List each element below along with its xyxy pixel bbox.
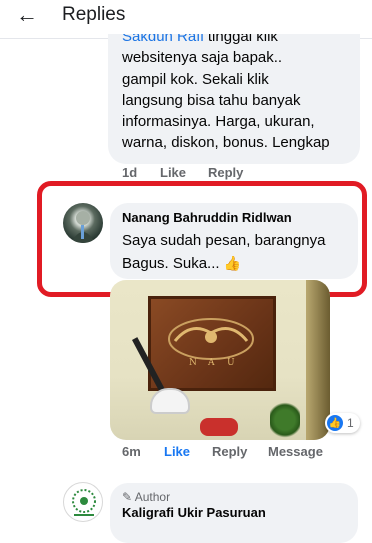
reply-button[interactable]: Reply xyxy=(212,444,247,459)
reply-button[interactable]: Reply xyxy=(208,165,243,180)
message-button[interactable]: Message xyxy=(268,444,323,459)
pencil-icon: ✎ xyxy=(122,490,133,504)
thumbs-up-icon: 👍 xyxy=(327,415,343,431)
page-title: Replies xyxy=(62,4,126,25)
comment-text: tinggal klik websitenya saja bapak.. gam… xyxy=(122,34,330,152)
mention-link[interactable]: Sakdun Rafi xyxy=(122,34,204,45)
svg-text:A: A xyxy=(207,358,215,368)
like-button[interactable]: Like xyxy=(164,444,190,459)
svg-text:N: N xyxy=(189,358,197,368)
svg-text:U: U xyxy=(227,358,235,368)
comment-time: 1d xyxy=(122,165,138,180)
author-badge: ✎ Author xyxy=(122,490,171,504)
arrow-left-icon[interactable]: ← xyxy=(16,4,38,26)
comment-photo[interactable]: N A U xyxy=(110,280,330,440)
comment-text-container: Sakdun Rafi tinggal klik websitenya saja… xyxy=(122,34,356,162)
reaction-count: 1 xyxy=(347,416,354,430)
like-button[interactable]: Like xyxy=(160,165,186,180)
comment-time: 6m xyxy=(122,444,141,459)
comment-author[interactable]: Kaligrafi Ukir Pasuruan xyxy=(122,505,266,520)
top-bar: ← Replies xyxy=(0,0,372,32)
wood-plaque-image: N A U xyxy=(148,296,276,391)
reaction-summary[interactable]: 👍 1 xyxy=(325,413,360,433)
page-avatar[interactable] xyxy=(63,482,103,522)
